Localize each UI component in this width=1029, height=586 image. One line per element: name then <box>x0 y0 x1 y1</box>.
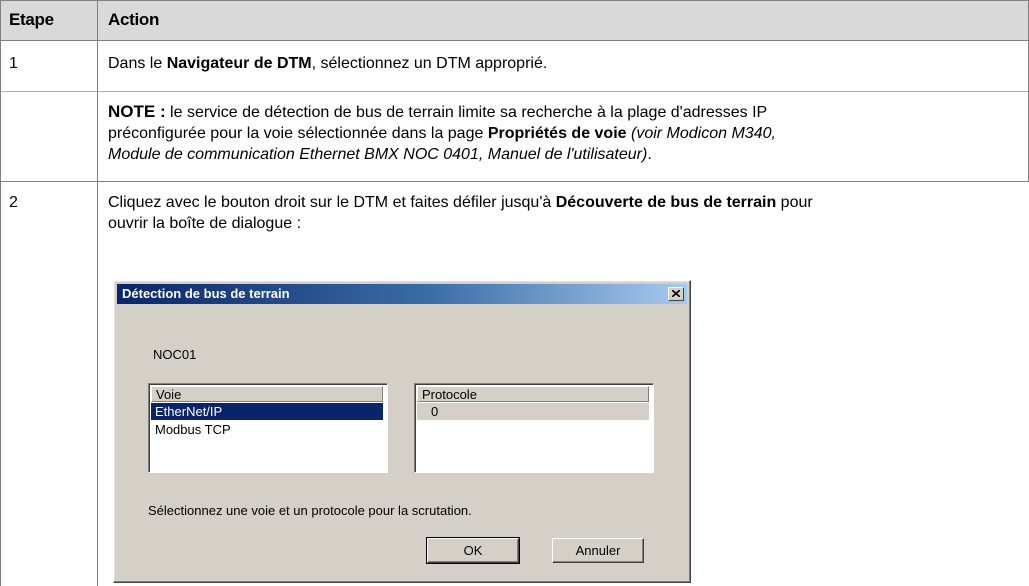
table-border-left <box>0 0 1 586</box>
text: . <box>647 146 652 163</box>
steps-table: Etape Action 1 Dans le Navigateur de DTM… <box>0 0 1029 586</box>
table-border-top <box>0 0 1029 1</box>
header-action: Action <box>108 10 160 29</box>
note-reference: (voir Modicon M340, <box>626 125 776 142</box>
channel-list[interactable]: Voie EtherNet/IP Modbus TCP <box>148 383 388 473</box>
channel-item-ethernet-ip[interactable]: EtherNet/IP <box>151 403 383 420</box>
note-text: préconfigurée pour la voie sélectionnée … <box>108 125 488 142</box>
protocol-list[interactable]: Protocole 0 <box>414 383 654 473</box>
header-step: Etape <box>9 10 54 29</box>
text: pour <box>776 194 813 211</box>
ok-button[interactable]: OK <box>426 537 520 564</box>
row1-inner-divider <box>0 91 1029 92</box>
step-2-instruction: Cliquez avec le bouton droit sur le DTM … <box>108 192 1018 234</box>
note-text: le service de détection de bus de terrai… <box>165 104 768 121</box>
text: ouvrir la boîte de dialogue : <box>108 215 302 232</box>
table-column-divider <box>97 0 98 586</box>
table-header-divider <box>0 40 1029 41</box>
fieldbus-discovery-term: Découverte de bus de terrain <box>555 194 777 211</box>
step-number: 1 <box>9 55 18 72</box>
device-name: NOC01 <box>153 347 197 362</box>
row-divider <box>0 181 1029 182</box>
text: Dans le <box>108 55 167 72</box>
channel-properties-term: Propriétés de voie <box>487 125 627 142</box>
text: , sélectionnez un DTM approprié. <box>311 55 548 72</box>
step-number: 2 <box>9 194 18 211</box>
step-1-instruction: Dans le Navigateur de DTM, sélectionnez … <box>108 53 1018 74</box>
dtm-browser-term: Navigateur de DTM <box>166 55 312 72</box>
cancel-button[interactable]: Annuler <box>552 538 644 563</box>
close-icon[interactable] <box>668 287 684 301</box>
channel-item-modbus-tcp[interactable]: Modbus TCP <box>151 421 383 438</box>
step-1-note: NOTE : le service de détection de bus de… <box>108 101 1018 165</box>
channel-column-header[interactable]: Voie <box>151 386 383 402</box>
protocol-column-header[interactable]: Protocole <box>417 386 649 402</box>
dialog-title: Détection de bus de terrain <box>122 286 290 301</box>
note-reference: Module de communication Ethernet BMX NOC… <box>108 146 648 163</box>
note-label: NOTE : <box>108 102 166 121</box>
fieldbus-detection-dialog: Détection de bus de terrain NOC01 Voie E… <box>113 280 691 583</box>
protocol-item[interactable]: 0 <box>417 403 649 420</box>
text: Cliquez avec le bouton droit sur le DTM … <box>108 194 556 211</box>
dialog-title-bar: Détection de bus de terrain <box>117 284 687 304</box>
dialog-hint: Sélectionnez une voie et un protocole po… <box>148 503 472 518</box>
